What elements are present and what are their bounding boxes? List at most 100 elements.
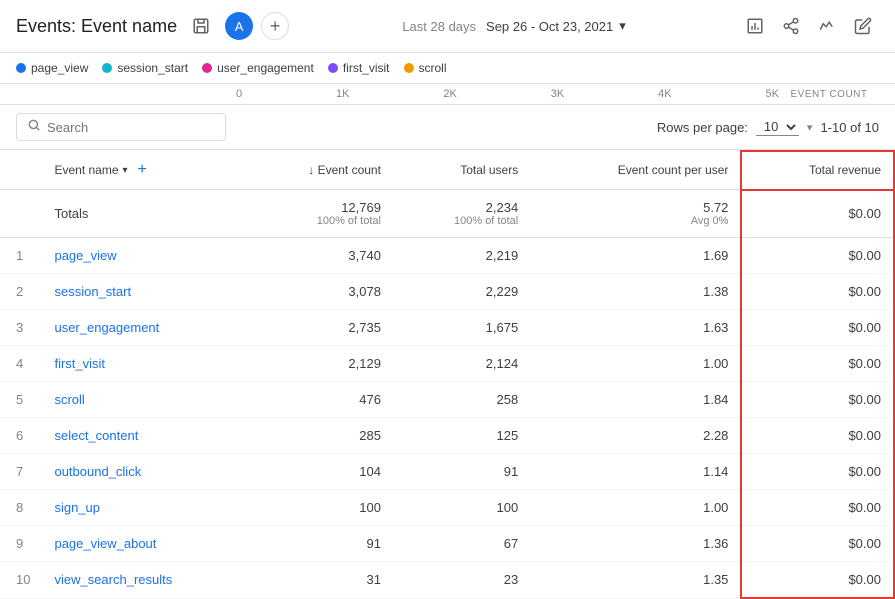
row-event-name[interactable]: page_view_about: [42, 526, 242, 562]
event-name-col-label: Event name: [54, 163, 118, 177]
row-event-name[interactable]: first_visit: [42, 346, 242, 382]
row-total-users: 100: [393, 490, 530, 526]
row-event-count-per-user: 1.35: [530, 562, 741, 599]
event-count-col-label: ↓ Event count: [308, 163, 381, 177]
totals-event-count-per-user: 5.72 Avg 0%: [530, 190, 741, 238]
legend-item-session-start[interactable]: session_start: [102, 61, 188, 75]
table-row: 10 view_search_results 31 23 1.35 $0.00: [0, 562, 894, 599]
row-event-count-per-user: 1.00: [530, 346, 741, 382]
row-total-users: 125: [393, 418, 530, 454]
row-event-name[interactable]: sign_up: [42, 490, 242, 526]
row-total-users: 23: [393, 562, 530, 599]
trend-icon-button[interactable]: [811, 10, 843, 42]
row-total-revenue: $0.00: [741, 454, 894, 490]
legend-item-first-visit[interactable]: first_visit: [328, 61, 390, 75]
date-range-picker[interactable]: Last 28 days Sep 26 - Oct 23, 2021 ▾: [402, 18, 625, 34]
edit-icon-button[interactable]: [847, 10, 879, 42]
col-header-num: [0, 151, 42, 190]
row-total-users: 91: [393, 454, 530, 490]
dropdown-arrow-icon: ▾: [807, 121, 813, 134]
legend-item-page-view[interactable]: page_view: [16, 61, 88, 75]
search-icon: [27, 118, 41, 136]
row-event-count-per-user: 1.36: [530, 526, 741, 562]
row-event-count-per-user: 1.38: [530, 274, 741, 310]
row-total-users: 258: [393, 382, 530, 418]
event-count-per-user-col-label: Event count per user: [618, 163, 729, 177]
col-header-total-users[interactable]: Total users: [393, 151, 530, 190]
row-event-name[interactable]: page_view: [42, 238, 242, 274]
row-event-name[interactable]: scroll: [42, 382, 242, 418]
row-total-revenue: $0.00: [741, 382, 894, 418]
legend-item-user-engagement[interactable]: user_engagement: [202, 61, 314, 75]
legend-dot-session-start: [102, 63, 112, 73]
row-num: 1: [0, 238, 42, 274]
row-total-users: 67: [393, 526, 530, 562]
legend-dot-page-view: [16, 63, 26, 73]
search-box[interactable]: [16, 113, 226, 141]
row-total-revenue: $0.00: [741, 418, 894, 454]
table-row: 1 page_view 3,740 2,219 1.69 $0.00: [0, 238, 894, 274]
row-event-name[interactable]: user_engagement: [42, 310, 242, 346]
share-icon-button[interactable]: [775, 10, 807, 42]
totals-row: Totals 12,769 100% of total 2,234 100% o…: [0, 190, 894, 238]
col-header-total-revenue[interactable]: Total revenue: [741, 151, 894, 190]
table-row: 3 user_engagement 2,735 1,675 1.63 $0.00: [0, 310, 894, 346]
event-count-axis-label: EVENT COUNT: [779, 89, 879, 100]
row-num: 7: [0, 454, 42, 490]
table-row: 9 page_view_about 91 67 1.36 $0.00: [0, 526, 894, 562]
date-range-label: Last 28 days: [402, 19, 476, 34]
row-num: 3: [0, 310, 42, 346]
table-row: 4 first_visit 2,129 2,124 1.00 $0.00: [0, 346, 894, 382]
row-total-revenue: $0.00: [741, 310, 894, 346]
row-event-name[interactable]: session_start: [42, 274, 242, 310]
row-event-count: 100: [242, 490, 392, 526]
row-total-revenue: $0.00: [741, 238, 894, 274]
row-event-count-per-user: 1.00: [530, 490, 741, 526]
row-event-count: 476: [242, 382, 392, 418]
row-event-name[interactable]: select_content: [42, 418, 242, 454]
legend-item-scroll[interactable]: scroll: [404, 61, 447, 75]
axis-label-0: 0: [236, 88, 242, 100]
row-num: 2: [0, 274, 42, 310]
search-input[interactable]: [47, 120, 215, 135]
row-event-count-per-user: 1.69: [530, 238, 741, 274]
axis-label-3k: 3K: [551, 88, 564, 100]
page-header: Events: Event name A + Last 28 days Sep …: [0, 0, 895, 53]
total-revenue-col-label: Total revenue: [809, 163, 881, 177]
row-event-count: 285: [242, 418, 392, 454]
legend-dot-scroll: [404, 63, 414, 73]
legend-dot-first-visit: [328, 63, 338, 73]
row-total-users: 2,229: [393, 274, 530, 310]
row-event-count: 2,129: [242, 346, 392, 382]
row-total-users: 2,219: [393, 238, 530, 274]
col-header-event-count-per-user[interactable]: Event count per user: [530, 151, 741, 190]
col-header-event-count[interactable]: ↓ Event count: [242, 151, 392, 190]
rows-per-page-select[interactable]: 10 25 50: [756, 118, 799, 136]
save-report-button[interactable]: [185, 10, 217, 42]
row-event-name[interactable]: outbound_click: [42, 454, 242, 490]
axis-label-2k: 2K: [443, 88, 456, 100]
row-event-count: 104: [242, 454, 392, 490]
date-range-value: Sep 26 - Oct 23, 2021: [486, 19, 613, 34]
row-event-count-per-user: 2.28: [530, 418, 741, 454]
row-num: 4: [0, 346, 42, 382]
add-comparison-button[interactable]: +: [261, 12, 289, 40]
user-avatar-button[interactable]: A: [225, 12, 253, 40]
table-row: 7 outbound_click 104 91 1.14 $0.00: [0, 454, 894, 490]
row-event-count: 3,740: [242, 238, 392, 274]
row-event-count: 3,078: [242, 274, 392, 310]
row-total-revenue: $0.00: [741, 274, 894, 310]
totals-total-users: 2,234 100% of total: [393, 190, 530, 238]
row-total-revenue: $0.00: [741, 526, 894, 562]
col-header-event-name[interactable]: Event name ▾ +: [42, 151, 242, 190]
table-body: Totals 12,769 100% of total 2,234 100% o…: [0, 190, 894, 599]
axis-label-1k: 1K: [336, 88, 349, 100]
table-header: Event name ▾ + ↓ Event count Total users…: [0, 151, 894, 190]
row-event-name[interactable]: view_search_results: [42, 562, 242, 599]
report-icon-button[interactable]: [739, 10, 771, 42]
axis-label-4k: 4K: [658, 88, 671, 100]
add-dimension-button[interactable]: +: [138, 161, 147, 179]
header-action-icons: [739, 10, 879, 42]
axis-label-5k: 5K: [766, 88, 779, 100]
row-event-count: 2,735: [242, 310, 392, 346]
